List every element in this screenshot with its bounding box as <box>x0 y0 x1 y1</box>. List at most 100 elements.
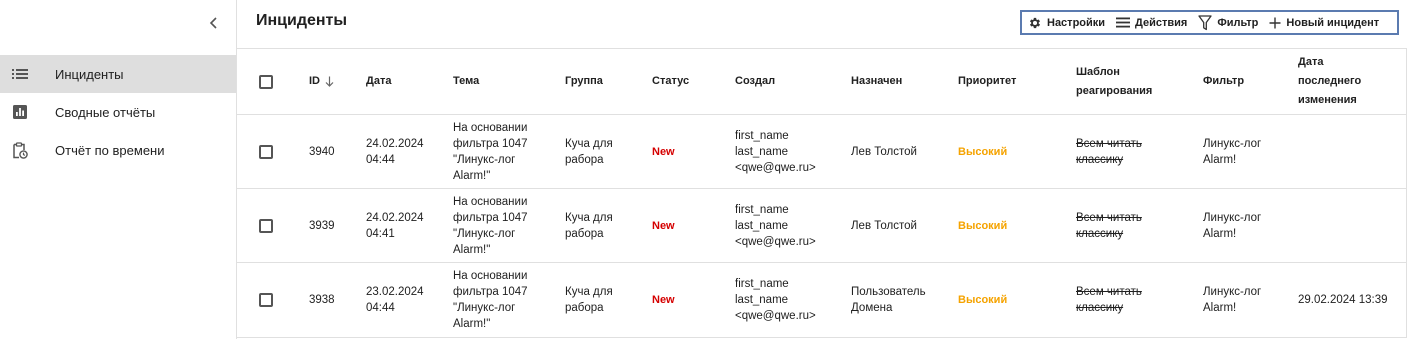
cell-creator-line: <qwe@qwe.ru> <box>735 310 816 322</box>
cell-filter: Линукс-лог Alarm! <box>1203 263 1261 337</box>
column-id-label: ID <box>309 75 320 87</box>
cell-creator-line: first_name <box>735 129 789 142</box>
column-header-priority[interactable]: Приоритет <box>958 49 1016 114</box>
cell-assigned-line: Домена <box>851 302 893 314</box>
column-header-filter[interactable]: Фильтр <box>1203 49 1244 114</box>
cell-subject-line: "Линукс-лог <box>453 302 516 314</box>
cell-date: 24.02.2024 04:44 <box>366 115 424 188</box>
row-checkbox[interactable] <box>259 218 273 233</box>
column-header-status[interactable]: Статус <box>652 49 689 114</box>
sidebar-item-label: Отчёт по времени <box>55 142 165 158</box>
cell-creator: first_name last_name <qwe@qwe.ru> <box>735 115 816 188</box>
cell-template-line: классику <box>1076 302 1124 314</box>
sidebar-item-time-report[interactable]: Отчёт по времени <box>0 131 236 169</box>
cell-creator-line: <qwe@qwe.ru> <box>735 235 816 248</box>
column-header-modified[interactable]: Дата последнего изменения <box>1298 49 1361 114</box>
row-select-cell <box>259 115 273 188</box>
sidebar-item-incidents[interactable]: Инциденты <box>0 55 236 93</box>
column-modified-line: последнего <box>1298 75 1362 87</box>
table-row[interactable]: 3940 24.02.2024 04:44 На основании фильтра… <box>237 115 1407 189</box>
sidebar-item-summary-reports[interactable]: Сводные отчёты <box>0 93 236 131</box>
cell-id: 3940 <box>309 145 335 158</box>
cell-subject-line: Alarm!" <box>453 318 491 330</box>
cell-template: Всем читать классику <box>1076 189 1142 262</box>
column-header-template[interactable]: Шаблон реагирования <box>1076 49 1152 114</box>
priority-badge: Высокий <box>958 145 1008 158</box>
list-icon <box>10 64 30 84</box>
cell-group-line: Куча для <box>565 137 613 150</box>
column-header-assigned[interactable]: Назначен <box>851 49 902 114</box>
plus-icon <box>1269 17 1281 28</box>
clipboard-clock-icon <box>10 140 30 160</box>
cell-date-line: 24.02.2024 <box>366 211 424 224</box>
cell-date-line: 24.02.2024 <box>366 137 424 150</box>
cell-subject-line: "Линукс-лог <box>453 227 516 240</box>
cell-filter-line: Alarm! <box>1203 227 1237 240</box>
cell-subject-line: На основании <box>453 270 528 282</box>
column-header-group[interactable]: Группа <box>565 49 603 114</box>
cell-creator: first_name last_name <qwe@qwe.ru> <box>735 189 816 262</box>
cell-group-line: Куча для <box>565 211 613 224</box>
cell-group-line: Куча для <box>565 286 613 298</box>
incidents-table: ID Дата Тема Группа Статус Создал Назнач… <box>237 48 1407 338</box>
cell-subject[interactable]: На основании фильтра 1047 "Линукс-лог Alarm… <box>453 115 528 188</box>
cell-template: Всем читать классику <box>1076 115 1142 188</box>
cell-group-line: рабора <box>565 153 604 166</box>
column-header-created-by[interactable]: Создал <box>735 49 775 114</box>
column-header-subject[interactable]: Тема <box>453 49 479 114</box>
cell-assigned-line: Лев Толстой <box>851 145 917 158</box>
column-header-id[interactable]: ID <box>309 49 334 114</box>
cell-date-line: 04:44 <box>366 153 395 166</box>
settings-button[interactable]: Настройки <box>1028 16 1105 30</box>
cell-group: Куча для рабора <box>565 263 613 337</box>
row-select-cell <box>259 263 273 337</box>
cell-subject-line: На основании <box>453 195 528 208</box>
cell-filter-line: Линукс-лог <box>1203 211 1262 224</box>
column-modified-line: Дата <box>1298 56 1324 68</box>
select-all-cell <box>259 49 273 114</box>
cell-group: Куча для рабора <box>565 189 613 262</box>
priority-badge: Высокий <box>958 294 1008 306</box>
cell-subject-line: Alarm!" <box>453 169 491 182</box>
new-incident-button[interactable]: Новый инцидент <box>1269 17 1379 29</box>
page-title: Инциденты <box>256 12 348 29</box>
collapse-sidebar-button[interactable] <box>204 12 224 34</box>
cell-assigned-line: Пользователь <box>851 286 926 298</box>
settings-label: Настройки <box>1047 16 1106 29</box>
table-row[interactable]: 3939 24.02.2024 04:41 На основании фильтра… <box>237 189 1407 263</box>
status-badge: New <box>652 145 675 158</box>
cell-subject[interactable]: На основании фильтра 1047 "Линукс-лог Alarm… <box>453 263 528 337</box>
cell-assigned-line: Лев Толстой <box>851 219 917 232</box>
cell-subject-line: Alarm!" <box>453 243 491 256</box>
column-template-line: Шаблон <box>1076 65 1120 78</box>
row-checkbox[interactable] <box>259 293 273 307</box>
cell-assigned: Пользователь Домена <box>851 263 926 337</box>
select-all-checkbox[interactable] <box>259 74 273 89</box>
cell-template-line: Всем читать <box>1076 137 1142 150</box>
filter-label: Фильтр <box>1217 16 1259 29</box>
table-row[interactable]: 3938 23.02.2024 04:44 На основании фильтра… <box>237 263 1407 338</box>
sidebar-item-label: Сводные отчёты <box>55 104 156 120</box>
column-header-date[interactable]: Дата <box>366 49 391 114</box>
cell-filter-line: Alarm! <box>1203 153 1237 166</box>
cell-template-line: классику <box>1076 227 1124 240</box>
status-badge: New <box>652 219 675 232</box>
cell-modified: 29.02.2024 13:39 <box>1298 294 1388 306</box>
cell-subject[interactable]: На основании фильтра 1047 "Линукс-лог Alarm… <box>453 189 528 262</box>
cell-subject-line: фильтра 1047 <box>453 211 528 224</box>
actions-button[interactable]: Действия <box>1116 17 1187 29</box>
cell-filter-line: Линукс-лог <box>1203 286 1262 298</box>
cell-date-line: 04:44 <box>366 302 395 314</box>
cell-creator-line: <qwe@qwe.ru> <box>735 161 816 174</box>
cell-subject-line: На основании <box>453 121 528 134</box>
toolbar: Настройки Действия Фильтр Новый инцидент <box>1020 10 1399 35</box>
row-checkbox[interactable] <box>259 144 273 159</box>
cell-filter-line: Линукс-лог <box>1203 137 1262 150</box>
status-badge: New <box>652 294 675 306</box>
bar-chart-icon <box>10 102 30 122</box>
row-select-cell <box>259 189 273 262</box>
actions-label: Действия <box>1135 16 1188 29</box>
filter-button[interactable]: Фильтр <box>1198 14 1259 31</box>
cell-subject-line: фильтра 1047 <box>453 286 528 298</box>
cell-creator: first_name last_name <qwe@qwe.ru> <box>735 263 816 337</box>
